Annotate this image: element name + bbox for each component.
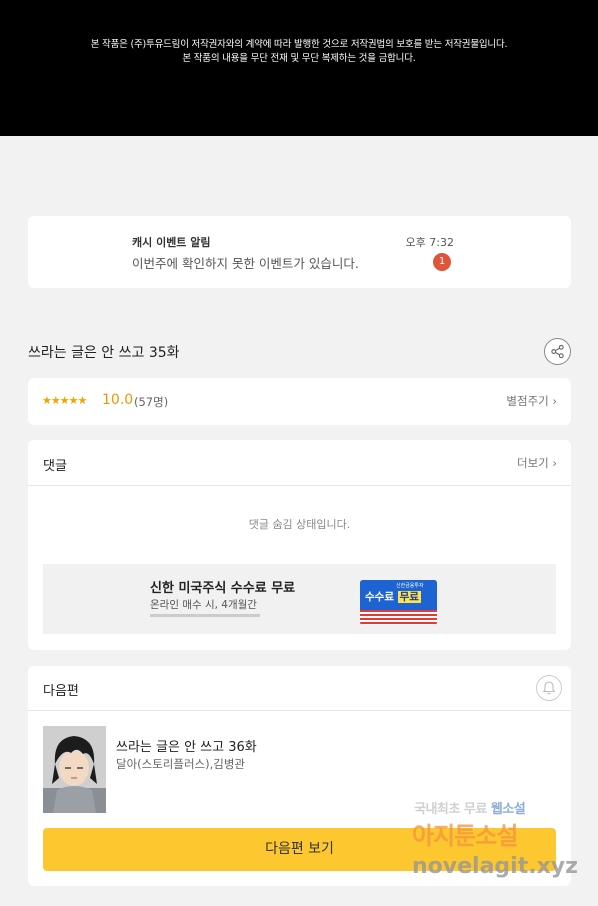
rating-stars: ★★★★★ <box>42 394 87 407</box>
ad-banner-text-plain: 수수료 <box>365 591 394 603</box>
notification-card[interactable]: 캐시 이벤트 알림 이번주에 확인하지 못한 이벤트가 있습니다. 오후 7:3… <box>28 216 571 288</box>
next-episode-header: 다음편 <box>28 666 571 711</box>
notification-body: 이번주에 확인하지 못한 이벤트가 있습니다. <box>132 256 359 271</box>
watermark-line-3: novelagit.xyz <box>412 854 578 879</box>
rating-count: (57명) <box>134 395 169 409</box>
comment-card: 댓글 더보기 › 댓글 숨김 상태입니다. 신한 미국주식 수수료 무료 온라인… <box>28 440 571 650</box>
watermark-line-1a: 국내최초 무료 <box>414 802 487 817</box>
bell-icon <box>542 681 556 695</box>
ad-fine-print <box>150 614 260 617</box>
ad-banner-text: 수수료 무료 <box>365 589 421 604</box>
share-button[interactable] <box>544 338 571 365</box>
watermark-line-1: 국내최초 무료 웹소설 <box>414 798 526 817</box>
ad-banner-image: 신한금융투자 수수료 무료 <box>360 580 437 625</box>
comment-hidden-message: 댓글 숨김 상태입니다. <box>248 518 351 531</box>
comment-label: 댓글 <box>43 459 67 474</box>
ad-banner-brand: 신한금융투자 <box>396 583 424 589</box>
watermark-line-1b: 웹소설 <box>490 802 526 817</box>
ad-banner[interactable]: 신한 미국주식 수수료 무료 온라인 매수 시, 4개월간 신한금융투자 수수료… <box>43 564 556 634</box>
next-episode-title[interactable]: 쓰라는 글은 안 쓰고 36화 <box>116 736 257 755</box>
chevron-right-icon: › <box>552 394 557 408</box>
rate-button-label: 별점주기 <box>506 394 549 408</box>
comment-header: 댓글 더보기 › <box>28 440 571 486</box>
notification-badge: 1 <box>433 253 451 271</box>
next-episode-authors: 달아(스토리플러스),김병관 <box>116 757 246 771</box>
comment-more-label: 더보기 <box>516 456 549 470</box>
ad-banner-text-highlight: 무료 <box>397 591 421 603</box>
rating-score: 10.0 <box>102 392 134 408</box>
copyright-notice: 본 작품은 (주)투유드림이 저작권자와의 계약에 따라 발행한 것으로 저작권… <box>0 0 598 136</box>
notification-time: 오후 7:32 <box>405 236 454 249</box>
copyright-line-1: 본 작품은 (주)투유드림이 저작권자와의 계약에 따라 발행한 것으로 저작권… <box>90 39 508 50</box>
watermark-line-2: 아지툰소설 <box>412 822 518 850</box>
notification-title: 캐시 이벤트 알림 <box>132 236 211 249</box>
comment-more-button[interactable]: 더보기 › <box>517 455 557 471</box>
ad-subtitle: 온라인 매수 시, 4개월간 <box>150 599 257 611</box>
notify-button[interactable] <box>536 675 562 701</box>
episode-title: 쓰라는 글은 안 쓰고 35화 <box>28 345 180 361</box>
site-watermark: 국내최초 무료 웹소설 아지툰소설 novelagit.xyz <box>410 796 580 891</box>
next-episode-label: 다음편 <box>43 684 79 699</box>
share-icon <box>551 344 564 359</box>
rate-button[interactable]: 별점주기 › <box>506 393 557 409</box>
flag-graphic <box>360 610 437 625</box>
copyright-line-2: 본 작품의 내용을 무단 전재 및 무단 복제하는 것을 금합니다. <box>182 53 416 64</box>
ad-title: 신한 미국주식 수수료 무료 <box>150 581 296 596</box>
next-episode-thumbnail[interactable] <box>43 726 106 813</box>
chevron-right-icon: › <box>552 456 557 470</box>
rating-card: ★★★★★ 10.0 (57명) 별점주기 › <box>28 378 571 425</box>
